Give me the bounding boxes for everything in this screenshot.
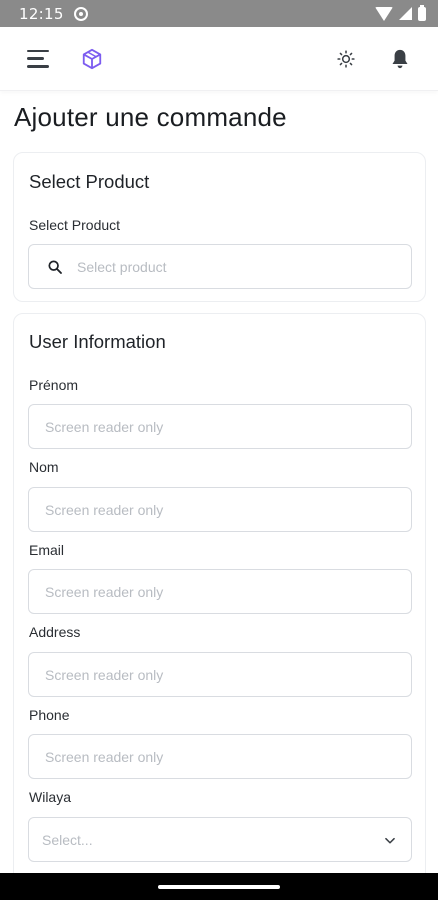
- email-label: Email: [29, 542, 65, 558]
- sun-icon: [337, 49, 355, 68]
- status-indicators: [375, 4, 426, 21]
- theme-toggle-button[interactable]: [334, 47, 358, 71]
- prenom-placeholder: Screen reader only: [45, 418, 164, 435]
- signal-icon: [399, 7, 412, 20]
- wifi-icon: [375, 6, 393, 21]
- cube-logo-icon[interactable]: [81, 48, 103, 70]
- prenom-field[interactable]: Screen reader only: [28, 404, 412, 449]
- product-search-input[interactable]: Select product: [28, 244, 412, 289]
- battery-icon: [418, 4, 426, 21]
- section-title-user: User Information: [29, 331, 166, 352]
- phone-label: Phone: [29, 707, 70, 723]
- hamburger-icon[interactable]: [27, 49, 51, 68]
- address-label: Address: [29, 624, 81, 640]
- email-placeholder: Screen reader only: [45, 583, 164, 600]
- chevron-down-icon: [385, 837, 395, 844]
- home-indicator[interactable]: [158, 885, 280, 889]
- sync-icon: [73, 6, 88, 21]
- select-product-label: Select Product: [29, 217, 121, 233]
- phone-field[interactable]: Screen reader only: [28, 734, 412, 779]
- address-placeholder: Screen reader only: [45, 666, 164, 683]
- search-icon: [48, 259, 62, 274]
- status-bar: 12:15: [0, 0, 438, 27]
- status-time: 12:15: [19, 4, 64, 23]
- navigation-bar: [0, 873, 438, 900]
- page-title: Ajouter une commande: [14, 102, 287, 132]
- wilaya-label: Wilaya: [29, 789, 72, 805]
- notifications-button[interactable]: [388, 47, 412, 71]
- select-product-card: Select Product Select Product Select pro…: [13, 152, 426, 302]
- prenom-label: Prénom: [29, 377, 79, 393]
- nom-label: Nom: [29, 459, 59, 475]
- address-field[interactable]: Screen reader only: [28, 652, 412, 697]
- nom-placeholder: Screen reader only: [45, 501, 164, 518]
- phone-placeholder: Screen reader only: [45, 748, 164, 765]
- wilaya-placeholder: Select...: [42, 831, 93, 848]
- wilaya-select[interactable]: Select...: [28, 817, 412, 862]
- section-title-product: Select Product: [29, 171, 150, 192]
- product-search-placeholder: Select product: [77, 258, 167, 275]
- app-header: [0, 27, 438, 91]
- user-information-card: User Information Prénom Screen reader on…: [13, 313, 426, 893]
- bell-icon: [392, 49, 408, 68]
- nom-field[interactable]: Screen reader only: [28, 487, 412, 532]
- email-field[interactable]: Screen reader only: [28, 569, 412, 614]
